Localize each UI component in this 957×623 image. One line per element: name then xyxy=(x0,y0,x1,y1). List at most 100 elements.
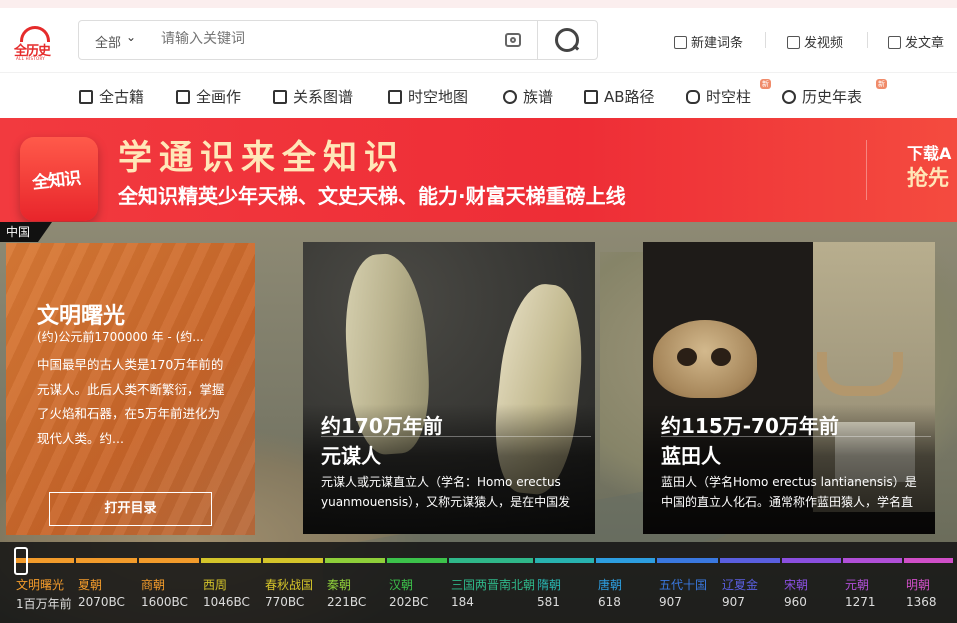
fossil-jaw-image xyxy=(817,352,903,396)
banner-download-cta[interactable]: 下载A 抢先 xyxy=(907,142,957,190)
post-article-label: 发文章 xyxy=(905,36,945,51)
cylinder-icon xyxy=(686,90,700,104)
nav-item-spacetime-map[interactable]: 时空地图 xyxy=(388,86,468,107)
timeline-period-name[interactable]: 文明曙光 xyxy=(16,576,64,593)
card-description: 元谋人或元谋直立人（学名：Homo erectus yuanmouensis），… xyxy=(321,475,571,509)
timeline-segment[interactable] xyxy=(139,558,199,563)
fossil-skull-image xyxy=(653,320,757,398)
search-divider xyxy=(537,21,538,59)
path-icon xyxy=(584,90,598,104)
header: 全历史 ALL HISTORY 全部 ⌄ 新建词条 发视频 发文章 xyxy=(0,8,957,72)
chevron-down-icon[interactable]: ⌄ xyxy=(126,30,136,44)
nav-label: 全古籍 xyxy=(99,88,145,106)
new-badge: 新 xyxy=(760,79,771,89)
search-icon[interactable] xyxy=(555,28,579,52)
era-description: 中国最早的古人类是170万年前的元谋人。此后人类不断繁衍，掌握了火焰和石器，在5… xyxy=(37,357,225,446)
timeline-period-date: 2070BC xyxy=(78,595,125,609)
timeline-period-date: 1271 xyxy=(845,595,876,609)
timeline-period-name[interactable]: 西周 xyxy=(203,576,227,593)
promo-banner[interactable]: 全知识 学通识来全知识 全知识精英少年天梯、文史天梯、能力·财富天梯重磅上线 下… xyxy=(0,118,957,222)
timeline-period-date: 907 xyxy=(722,595,745,609)
timeline-period-name[interactable]: 秦朝 xyxy=(327,576,351,593)
timeline-segment[interactable] xyxy=(387,558,447,563)
event-card-lantian[interactable]: 约115万-70万年前 蓝田人 蓝田人（学名Homo erectus lanti… xyxy=(643,242,935,534)
nav-item-relation-graph[interactable]: 关系图谱 xyxy=(273,86,353,107)
camera-icon[interactable] xyxy=(505,33,521,47)
timeline-period-date: 1046BC xyxy=(203,595,250,609)
timeline-period-name[interactable]: 辽夏金 xyxy=(722,576,758,593)
card-title: 元谋人 xyxy=(321,444,381,468)
post-video-link[interactable]: 发视频 xyxy=(787,32,843,51)
timeline-period-date: 907 xyxy=(659,595,682,609)
map-icon xyxy=(388,90,402,104)
create-entry-label: 新建词条 xyxy=(691,36,744,51)
create-entry-link[interactable]: 新建词条 xyxy=(674,32,743,51)
timeline-period-name[interactable]: 明朝 xyxy=(906,576,930,593)
graph-icon xyxy=(273,90,287,104)
book-icon xyxy=(79,90,93,104)
logo-subtext: ALL HISTORY xyxy=(16,56,46,61)
document-icon xyxy=(888,36,901,49)
timeline-segment[interactable] xyxy=(325,558,385,563)
timeline-segment[interactable] xyxy=(720,558,780,563)
timeline-segment[interactable] xyxy=(596,558,655,563)
card-title: 蓝田人 xyxy=(661,444,721,468)
app-icon: 全知识 xyxy=(20,137,98,221)
timeline-period-date: 960 xyxy=(784,595,807,609)
timeline-period-name[interactable]: 夏朝 xyxy=(78,576,102,593)
banner-title: 学通识来全知识 xyxy=(118,138,405,178)
caption-divider xyxy=(661,436,931,437)
timeline-segment[interactable] xyxy=(76,558,137,563)
timeline-period-date: 581 xyxy=(537,595,560,609)
timeline-handle[interactable] xyxy=(14,547,28,575)
timeline-period-date: 618 xyxy=(598,595,621,609)
search-scope-select[interactable]: 全部 xyxy=(95,32,121,51)
timeline-period-date: 1600BC xyxy=(141,595,188,609)
nav-item-spacetime-column[interactable]: 时空柱 新 xyxy=(686,79,771,107)
card-time: 约115万-70万年前 xyxy=(661,414,839,438)
search-input[interactable] xyxy=(161,31,461,47)
post-article-link[interactable]: 发文章 xyxy=(888,32,944,51)
timeline-period-name[interactable]: 汉朝 xyxy=(389,576,413,593)
era-dates: (约)公元前1700000 年 - (约... xyxy=(37,330,204,344)
nav-label: 关系图谱 xyxy=(293,88,354,106)
header-divider xyxy=(765,32,766,48)
main-nav: 全古籍 全画作 关系图谱 时空地图 族谱 AB路径 时空柱 新 历史年表 新 xyxy=(0,72,957,118)
nav-item-ancient-books[interactable]: 全古籍 xyxy=(79,86,144,107)
timeline-period-name[interactable]: 隋朝 xyxy=(537,576,561,593)
region-tag: 中国 xyxy=(0,222,53,242)
timeline-segment[interactable] xyxy=(904,558,953,563)
nav-item-history-timeline[interactable]: 历史年表 新 xyxy=(782,79,887,107)
timeline-period-name[interactable]: 唐朝 xyxy=(598,576,622,593)
timeline-segment[interactable] xyxy=(201,558,261,563)
timeline-period-name[interactable]: 元朝 xyxy=(845,576,869,593)
nav-item-paintings[interactable]: 全画作 xyxy=(176,86,241,107)
event-card-yuanmou[interactable]: 约170万年前 元谋人 元谋人或元谋直立人（学名：Homo erectus yu… xyxy=(303,242,595,534)
open-catalog-button[interactable]: 打开目录 xyxy=(49,492,212,526)
timeline-segment[interactable] xyxy=(263,558,323,563)
timeline-segment[interactable] xyxy=(843,558,902,563)
app-icon-text: 全知识 xyxy=(31,168,82,194)
timeline-period-name[interactable]: 商朝 xyxy=(141,576,165,593)
caption-divider xyxy=(321,436,591,437)
nav-label: AB路径 xyxy=(604,88,655,106)
timeline-period-date: 202BC xyxy=(389,595,429,609)
timeline-period-date: 184 xyxy=(451,595,474,609)
timeline-segment[interactable] xyxy=(449,558,533,563)
nav-item-ab-path[interactable]: AB路径 xyxy=(584,86,655,107)
nav-item-genealogy[interactable]: 族谱 xyxy=(503,86,553,107)
dynasty-timeline[interactable]: 文明曙光 1百万年前 夏朝 2070BC 商朝 1600BC 西周 1046BC 春秋战国 770… xyxy=(0,542,957,623)
timeline-segment[interactable] xyxy=(535,558,594,563)
timeline-period-name[interactable]: 春秋战国 xyxy=(265,576,313,593)
site-logo[interactable]: 全历史 ALL HISTORY xyxy=(14,26,56,62)
person-icon xyxy=(503,90,517,104)
timeline-period-date: 1368 xyxy=(906,595,937,609)
timeline-period-name[interactable]: 宋朝 xyxy=(784,576,808,593)
timeline-period-name[interactable]: 五代十国 xyxy=(659,576,707,593)
timeline-period-name[interactable]: 三国两晋南北朝 xyxy=(451,576,535,593)
banner-subtitle: 全知识精英少年天梯、文史天梯、能力·财富天梯重磅上线 xyxy=(118,184,626,208)
painting-icon xyxy=(176,90,190,104)
timeline-segment[interactable] xyxy=(782,558,841,563)
timeline-segment[interactable] xyxy=(657,558,718,563)
card-description: 蓝田人（学名Homo erectus lantianensis）是中国的直立人化… xyxy=(661,475,917,509)
